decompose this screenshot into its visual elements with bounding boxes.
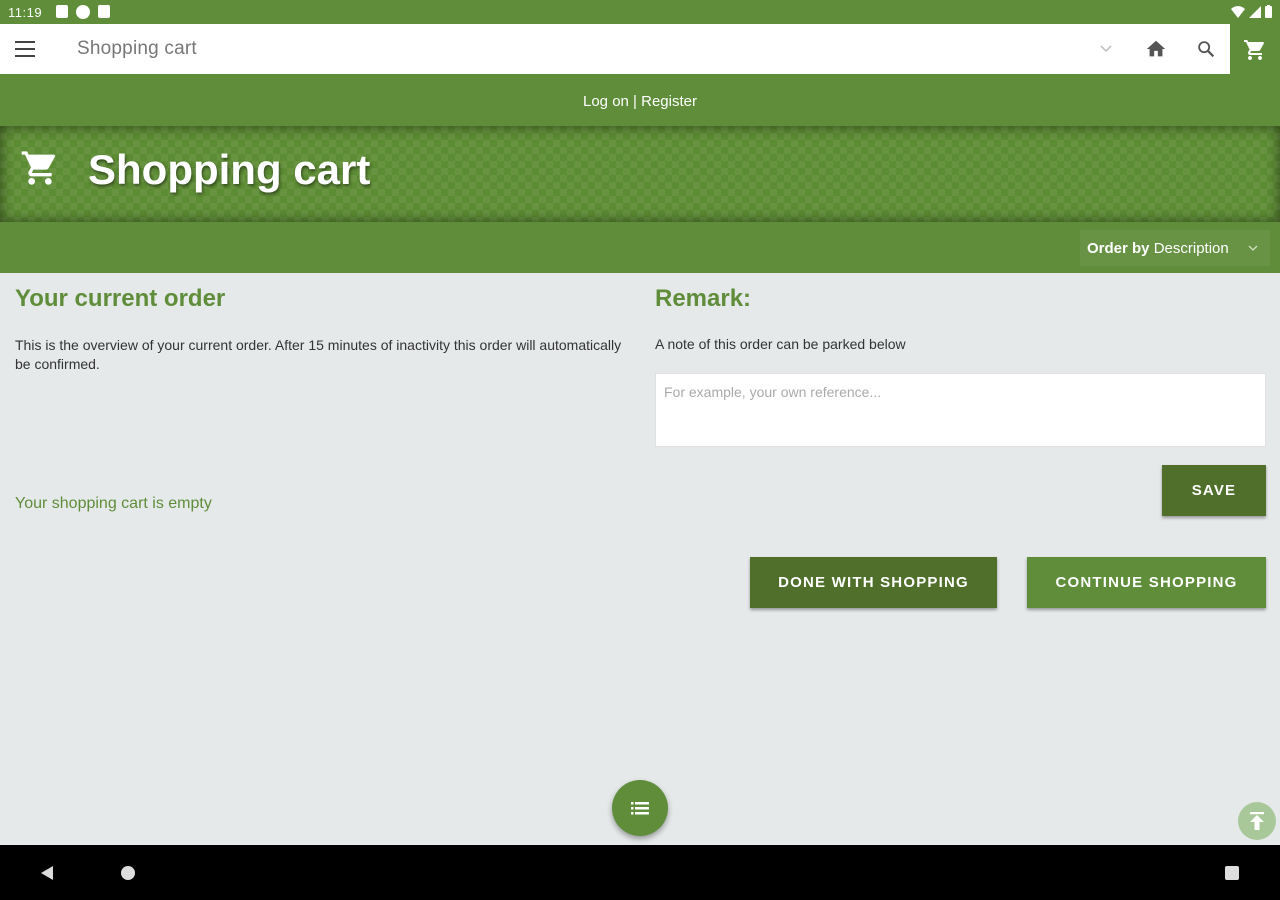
status-time: 11:19 <box>8 5 43 20</box>
battery-icon <box>1265 5 1272 18</box>
cart-icon[interactable] <box>1243 38 1267 62</box>
app-bar: Shopping cart <box>0 24 1230 74</box>
status-bar: 11:19 <box>0 0 1280 24</box>
scroll-to-top-button[interactable] <box>1238 802 1276 840</box>
menu-icon[interactable] <box>15 41 35 57</box>
auth-bar: Log on | Register <box>0 76 1280 126</box>
order-by-select[interactable]: Order by Description <box>1080 230 1270 266</box>
order-by-value: Description <box>1153 240 1229 257</box>
auth-separator: | <box>628 93 642 110</box>
list-icon <box>631 802 649 815</box>
arrow-up-icon <box>1250 812 1264 830</box>
current-order-heading: Your current order <box>15 285 226 312</box>
home-nav-icon[interactable] <box>121 866 135 880</box>
app-bar-container: Shopping cart <box>0 24 1280 76</box>
system-icons <box>1231 5 1272 18</box>
wifi-icon <box>1231 5 1245 18</box>
chevron-down-icon <box>1248 245 1258 251</box>
home-icon[interactable] <box>1145 38 1167 60</box>
auth-links: Log on | Register <box>0 93 1280 110</box>
register-link[interactable]: Register <box>641 93 697 110</box>
current-order-description: This is the overview of your current ord… <box>15 337 622 372</box>
page-banner: Shopping cart <box>0 126 1280 222</box>
done-shopping-button[interactable]: DONE WITH SHOPPING <box>750 557 997 608</box>
continue-shopping-button[interactable]: CONTINUE SHOPPING <box>1027 557 1266 608</box>
remark-description: A note of this order can be parked below <box>655 336 906 352</box>
app-bar-title[interactable]: Shopping cart <box>77 38 197 60</box>
search-icon[interactable] <box>1195 38 1217 60</box>
app-notification-icon <box>76 5 90 19</box>
remark-input[interactable] <box>655 373 1266 447</box>
signal-icon <box>1249 5 1261 18</box>
chevron-down-icon[interactable] <box>1099 41 1113 55</box>
remark-heading: Remark: <box>655 285 752 312</box>
recents-icon[interactable] <box>1225 866 1239 880</box>
save-button[interactable]: SAVE <box>1162 465 1266 516</box>
list-fab-button[interactable] <box>612 780 668 836</box>
sd-card-icon <box>98 5 110 18</box>
cart-icon <box>21 151 56 185</box>
system-nav-bar <box>0 845 1280 900</box>
empty-cart-message: Your shopping cart is empty <box>15 495 212 512</box>
notification-icon <box>56 5 68 18</box>
notification-icons <box>56 5 110 19</box>
page-title: Shopping cart <box>88 146 371 193</box>
sort-bar: Order by Description <box>0 222 1280 273</box>
order-by-prefix: Order by <box>1087 240 1150 257</box>
login-link[interactable]: Log on <box>583 93 629 110</box>
back-icon[interactable] <box>40 865 54 881</box>
